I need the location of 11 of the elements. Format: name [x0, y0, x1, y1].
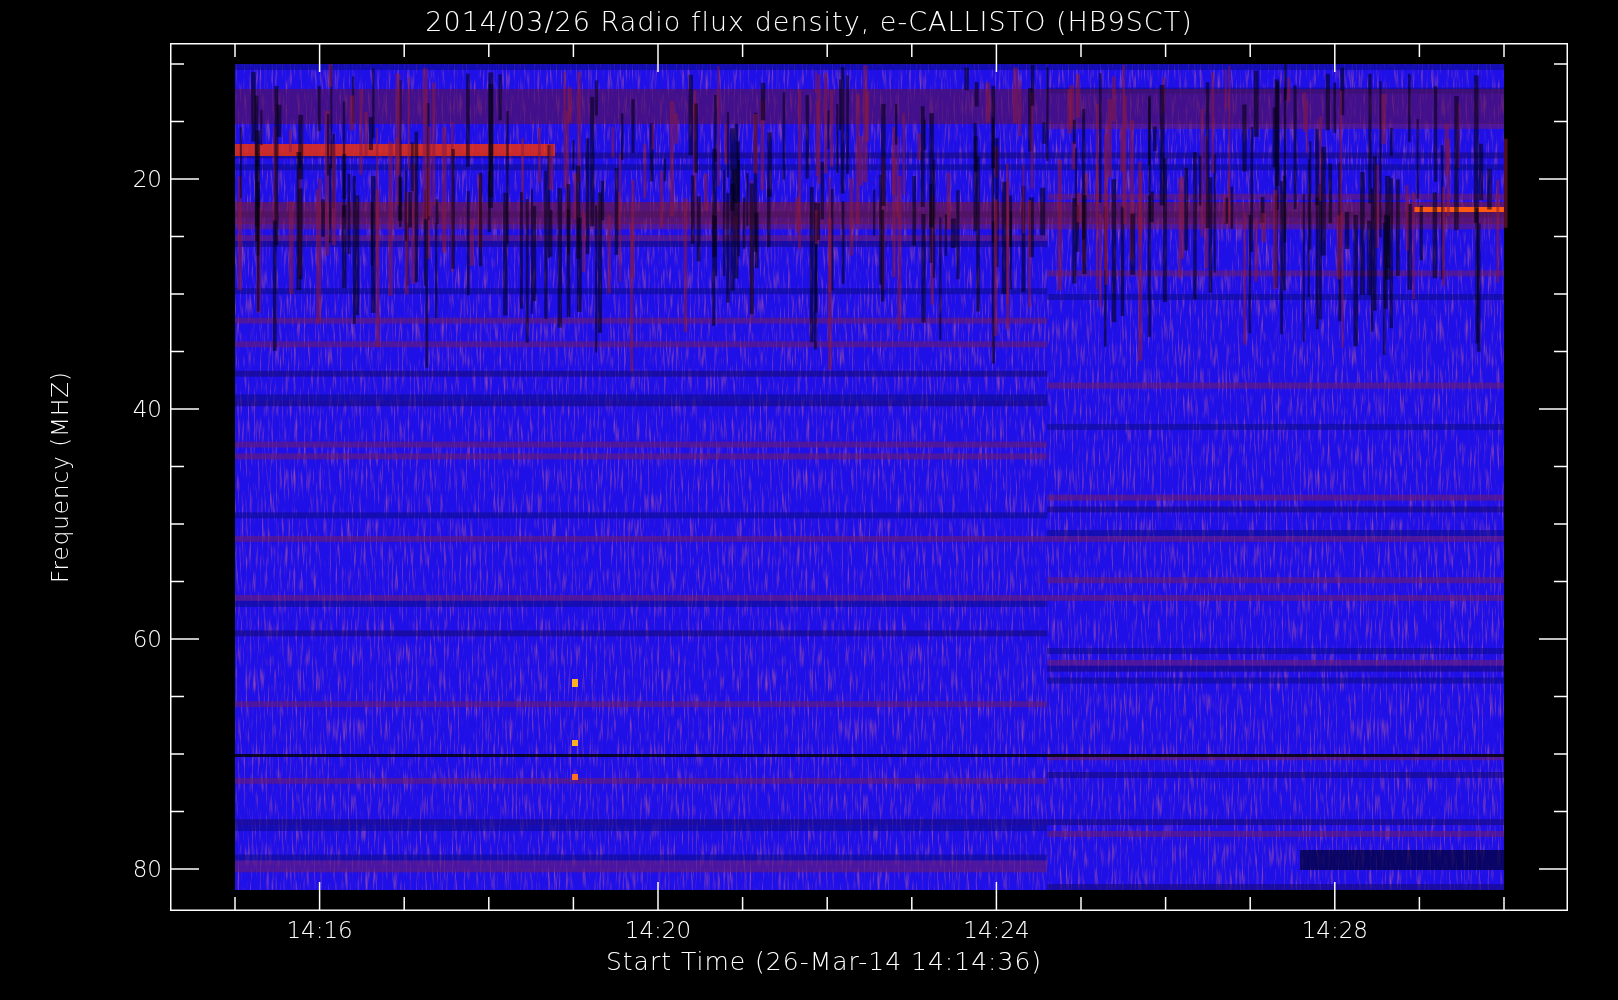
- y-axis-label: Frequency (MHZ): [47, 371, 73, 583]
- y-tick-label: 80: [132, 856, 162, 882]
- y-tick-label: 20: [132, 166, 162, 192]
- y-tick-label: 40: [132, 396, 162, 422]
- x-tick-label: 14:16: [286, 917, 353, 943]
- x-axis-label: Start Time (26-Mar-14 14:14:36): [605, 947, 1043, 976]
- x-tick-label: 14:20: [624, 917, 692, 943]
- y-tick-label: 60: [132, 626, 162, 652]
- chart-title: 2014/03/26 Radio flux density, e-CALLISTO (HB9SCT): [425, 6, 1193, 37]
- x-tick-label: 14:24: [963, 917, 1030, 943]
- x-tick-label: 14:28: [1301, 917, 1368, 943]
